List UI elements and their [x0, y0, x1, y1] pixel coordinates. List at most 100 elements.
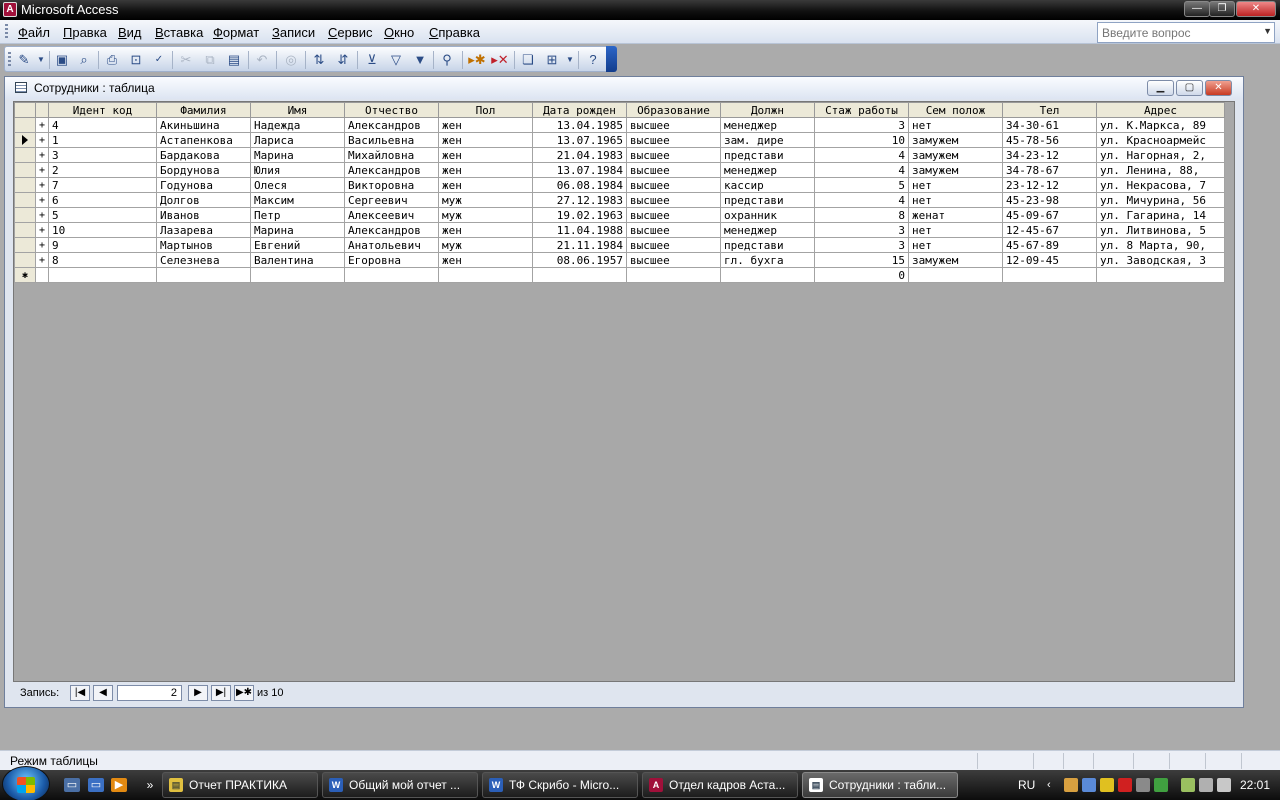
delete-record-icon[interactable]: ▸✕ [491, 51, 509, 69]
table-cell[interactable]: Александров [344, 162, 439, 178]
table-cell[interactable]: Надежда [250, 117, 345, 133]
table-cell[interactable]: высшее [626, 132, 721, 148]
table-cell[interactable]: высшее [626, 207, 721, 223]
table-cell[interactable] [438, 267, 533, 283]
column-header[interactable]: Тел [1002, 102, 1097, 118]
column-header[interactable]: Пол [438, 102, 533, 118]
table-cell[interactable]: 45-09-67 [1002, 207, 1097, 223]
table-cell[interactable]: Васильевна [344, 132, 439, 148]
table-cell[interactable]: 1 [48, 132, 157, 148]
expand-subdatasheet-icon[interactable]: + [35, 117, 49, 133]
view-icon[interactable]: ✎ [15, 51, 33, 69]
child-maximize-button[interactable]: ▢ [1176, 80, 1203, 96]
table-cell[interactable]: представи [720, 237, 815, 253]
table-cell[interactable]: Петр [250, 207, 345, 223]
new-record-row[interactable]: ✱ 0 [14, 267, 1225, 283]
menu-format[interactable]: Формат [213, 25, 259, 40]
menu-grip[interactable] [5, 24, 8, 40]
table-cell[interactable]: 4 [48, 117, 157, 133]
table-cell[interactable]: ул. Ленина, 88, [1096, 162, 1225, 178]
undo-icon[interactable]: ↶ [253, 51, 271, 69]
table-cell[interactable]: Викторовна [344, 177, 439, 193]
table-cell[interactable]: муж [438, 192, 533, 208]
table-cell[interactable]: муж [438, 207, 533, 223]
table-cell[interactable]: 45-78-56 [1002, 132, 1097, 148]
prev-record-button[interactable]: ◀ [93, 685, 113, 701]
table-cell[interactable]: замужем [908, 132, 1003, 148]
table-cell[interactable]: 45-23-98 [1002, 192, 1097, 208]
table-cell[interactable] [344, 267, 439, 283]
chevron-down-icon[interactable]: ▼ [32, 51, 50, 69]
column-header[interactable]: Идент код [48, 102, 157, 118]
table-cell[interactable] [532, 267, 627, 283]
table-cell[interactable] [156, 267, 251, 283]
help-question-box[interactable]: ▼ [1097, 22, 1275, 43]
record-selector[interactable] [14, 117, 36, 133]
table-cell[interactable]: Александров [344, 222, 439, 238]
table-cell[interactable]: 08.06.1957 [532, 252, 627, 268]
clock[interactable]: 22:01 [1240, 770, 1270, 800]
expand-subdatasheet-icon[interactable]: + [35, 147, 49, 163]
table-row[interactable]: +4 Акиньшина Надежда Александров жен 13.04.19… [14, 117, 1225, 133]
expand-subdatasheet-icon[interactable]: + [35, 237, 49, 253]
table-cell[interactable]: нет [908, 237, 1003, 253]
column-header[interactable]: Образование [626, 102, 721, 118]
task-button[interactable]: ▤ Отчет ПРАКТИКА [162, 772, 318, 798]
task-button[interactable]: W Общий мой отчет ... [322, 772, 478, 798]
table-cell[interactable]: ул. Нагорная, 2, [1096, 147, 1225, 163]
table-cell[interactable]: 12-45-67 [1002, 222, 1097, 238]
quicklaunch-desktop-icon[interactable]: ▭ [88, 778, 104, 792]
tray-volume-icon[interactable] [1217, 778, 1231, 792]
table-cell[interactable]: менеджер [720, 222, 815, 238]
table-cell[interactable]: ул. Мичурина, 56 [1096, 192, 1225, 208]
database-window-icon[interactable]: ❏ [519, 51, 537, 69]
record-selector[interactable] [14, 192, 36, 208]
tray-app-icon[interactable] [1064, 778, 1078, 792]
quicklaunch-expand-icon[interactable]: » [142, 778, 158, 792]
table-cell[interactable]: замужем [908, 162, 1003, 178]
table-cell[interactable]: 13.07.1984 [532, 162, 627, 178]
new-record-icon[interactable]: ▸✱ [468, 51, 486, 69]
expand-subdatasheet-icon[interactable]: + [35, 222, 49, 238]
table-cell[interactable]: Максим [250, 192, 345, 208]
find-icon[interactable]: ⚲ [438, 51, 456, 69]
table-cell[interactable] [1002, 267, 1097, 283]
record-selector[interactable] [14, 162, 36, 178]
table-cell[interactable]: менеджер [720, 162, 815, 178]
table-cell[interactable]: 34-23-12 [1002, 147, 1097, 163]
expand-subdatasheet-icon[interactable]: + [35, 207, 49, 223]
table-cell[interactable]: ул. Заводская, 3 [1096, 252, 1225, 268]
table-cell[interactable]: 27.12.1983 [532, 192, 627, 208]
table-cell[interactable]: 3 [48, 147, 157, 163]
table-cell[interactable]: высшее [626, 222, 721, 238]
table-cell[interactable]: охранник [720, 207, 815, 223]
record-selector[interactable] [14, 132, 36, 148]
record-selector[interactable] [14, 252, 36, 268]
table-cell[interactable]: высшее [626, 117, 721, 133]
table-cell[interactable]: 13.07.1965 [532, 132, 627, 148]
table-cell[interactable]: высшее [626, 192, 721, 208]
menu-file[interactable]: Файл [18, 25, 50, 40]
table-cell[interactable]: жен [438, 177, 533, 193]
table-row[interactable]: +1 Астапенкова Лариса Васильевна жен 13.07.19… [14, 132, 1225, 148]
table-cell[interactable]: высшее [626, 162, 721, 178]
copy-icon[interactable]: ⧉ [201, 51, 219, 69]
table-cell[interactable]: 3 [814, 237, 909, 253]
quicklaunch-media-icon[interactable]: ▶ [111, 778, 127, 792]
record-selector[interactable] [14, 222, 36, 238]
table-cell[interactable]: 10 [48, 222, 157, 238]
table-cell[interactable]: зам. дире [720, 132, 815, 148]
task-button-active[interactable]: ▤ Сотрудники : табли... [802, 772, 958, 798]
table-cell[interactable]: ул. Литвинова, 5 [1096, 222, 1225, 238]
table-cell[interactable]: гл. бухга [720, 252, 815, 268]
tray-network-icon[interactable] [1082, 778, 1096, 792]
tray-shield-icon[interactable] [1100, 778, 1114, 792]
help-question-input[interactable] [1098, 23, 1258, 42]
table-cell[interactable]: Валентина [250, 252, 345, 268]
table-cell[interactable]: кассир [720, 177, 815, 193]
table-cell[interactable] [908, 267, 1003, 283]
table-cell[interactable]: Сергеевич [344, 192, 439, 208]
restore-button[interactable]: ❐ [1209, 1, 1235, 17]
record-selector[interactable] [14, 177, 36, 193]
next-record-button[interactable]: ▶ [188, 685, 208, 701]
